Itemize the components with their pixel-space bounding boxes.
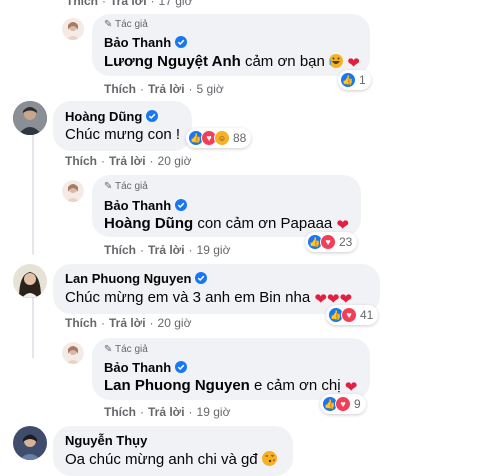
like-action[interactable]: Thích bbox=[66, 0, 98, 8]
pencil-icon: ✎ bbox=[104, 19, 113, 30]
haha-face-icon bbox=[329, 54, 344, 68]
mention-link[interactable]: Lương Nguyệt Anh bbox=[104, 53, 241, 70]
comment-author[interactable]: Bảo Thanh bbox=[104, 35, 188, 50]
comment-actions: Thích · Trả lời · 5 giờ bbox=[104, 82, 224, 96]
red-heart-icon: ❤ bbox=[314, 291, 327, 308]
love-reaction-icon: ♥ bbox=[335, 396, 351, 412]
reply-action[interactable]: Trả lời bbox=[109, 316, 146, 330]
author-badge: ✎ Tác giả bbox=[104, 181, 148, 192]
timestamp[interactable]: 20 giờ bbox=[158, 316, 192, 330]
comment-author[interactable]: Hoàng Dũng bbox=[65, 109, 159, 124]
comment-author[interactable]: Lan Phuong Nguyen bbox=[65, 271, 208, 286]
timestamp[interactable]: 17 giờ bbox=[159, 0, 193, 8]
reaction-summary[interactable]: 👍 ♥ 41 bbox=[326, 305, 379, 325]
comment-text: Lan Phuong Nguyen e cảm ơn chị ❤ bbox=[104, 377, 358, 396]
timestamp[interactable]: 19 giờ bbox=[197, 405, 231, 419]
reply-action[interactable]: Trả lời bbox=[110, 0, 147, 8]
comment-text: Chúc mừng em và 3 anh em Bin nha ❤❤❤ bbox=[65, 289, 353, 308]
comment-actions: Thích · Trả lời · 19 giờ bbox=[104, 405, 231, 419]
reaction-summary[interactable]: 👍 ♥ 9 bbox=[320, 394, 366, 414]
reaction-summary[interactable]: 👍 1 bbox=[338, 70, 371, 90]
kissing-face-icon bbox=[261, 451, 277, 466]
avatar[interactable] bbox=[62, 342, 84, 364]
timestamp[interactable]: 19 giờ bbox=[197, 243, 231, 257]
like-action[interactable]: Thích bbox=[104, 82, 136, 96]
reply-action[interactable]: Trả lời bbox=[109, 154, 146, 168]
pencil-icon: ✎ bbox=[104, 181, 113, 192]
comment-text: Oa chúc mừng anh chi và gđ bbox=[65, 451, 277, 468]
avatar[interactable] bbox=[62, 180, 84, 202]
verified-icon bbox=[175, 361, 188, 373]
verified-icon bbox=[195, 272, 208, 284]
love-reaction-icon: ♥ bbox=[320, 234, 336, 250]
verified-icon bbox=[175, 199, 188, 211]
avatar[interactable] bbox=[62, 18, 84, 40]
pencil-icon: ✎ bbox=[104, 344, 113, 355]
comment-actions: Thích · Trả lời · 19 giờ bbox=[104, 243, 231, 257]
like-action[interactable]: Thích bbox=[104, 405, 136, 419]
like-action[interactable]: Thích bbox=[65, 154, 97, 168]
like-action[interactable]: Thích bbox=[65, 316, 97, 330]
thread-line bbox=[32, 135, 34, 255]
reply-action[interactable]: Trả lời bbox=[148, 243, 185, 257]
verified-icon bbox=[146, 110, 159, 122]
comment-author[interactable]: Bảo Thanh bbox=[104, 198, 188, 213]
like-reaction-icon: 👍 bbox=[340, 72, 356, 88]
comment-author[interactable]: Nguyễn Thụy bbox=[65, 433, 147, 448]
avatar[interactable] bbox=[13, 264, 47, 298]
verified-icon bbox=[175, 36, 188, 48]
reply-action[interactable]: Trả lời bbox=[148, 82, 185, 96]
comment-author[interactable]: Bảo Thanh bbox=[104, 360, 188, 375]
thread-line bbox=[32, 298, 34, 358]
avatar[interactable] bbox=[13, 426, 47, 460]
author-badge: ✎ Tác giả bbox=[104, 344, 148, 355]
comment-text: Hoàng Dũng con cảm ơn Papaaa ❤ bbox=[104, 215, 349, 234]
reaction-summary[interactable]: 👍 ♥ ☺ 88 bbox=[186, 128, 252, 148]
timestamp[interactable]: 20 giờ bbox=[158, 154, 192, 168]
reply-action[interactable]: Trả lời bbox=[148, 405, 185, 419]
comment-actions: Thích · Trả lời · 20 giờ bbox=[65, 154, 192, 168]
timestamp[interactable]: 5 giờ bbox=[197, 82, 224, 96]
love-reaction-icon: ♥ bbox=[341, 307, 357, 323]
mention-link[interactable]: Hoàng Dũng bbox=[104, 215, 193, 232]
reaction-summary[interactable]: 👍 ♥ 23 bbox=[305, 232, 358, 252]
top-comment-actions: Thích · Trả lời · 17 giờ bbox=[66, 0, 192, 8]
haha-reaction-icon: ☺ bbox=[214, 130, 230, 146]
comment-text: Lương Nguyệt Anh cảm ơn bạn ❤ bbox=[104, 53, 360, 72]
comment-actions: Thích · Trả lời · 20 giờ bbox=[65, 316, 192, 330]
mention-link[interactable]: Lan Phuong Nguyen bbox=[104, 377, 250, 394]
avatar[interactable] bbox=[13, 101, 47, 135]
like-action[interactable]: Thích bbox=[104, 243, 136, 257]
author-badge: ✎ Tác giả bbox=[104, 19, 148, 30]
comment-text: Chúc mưng con ! bbox=[65, 126, 181, 143]
